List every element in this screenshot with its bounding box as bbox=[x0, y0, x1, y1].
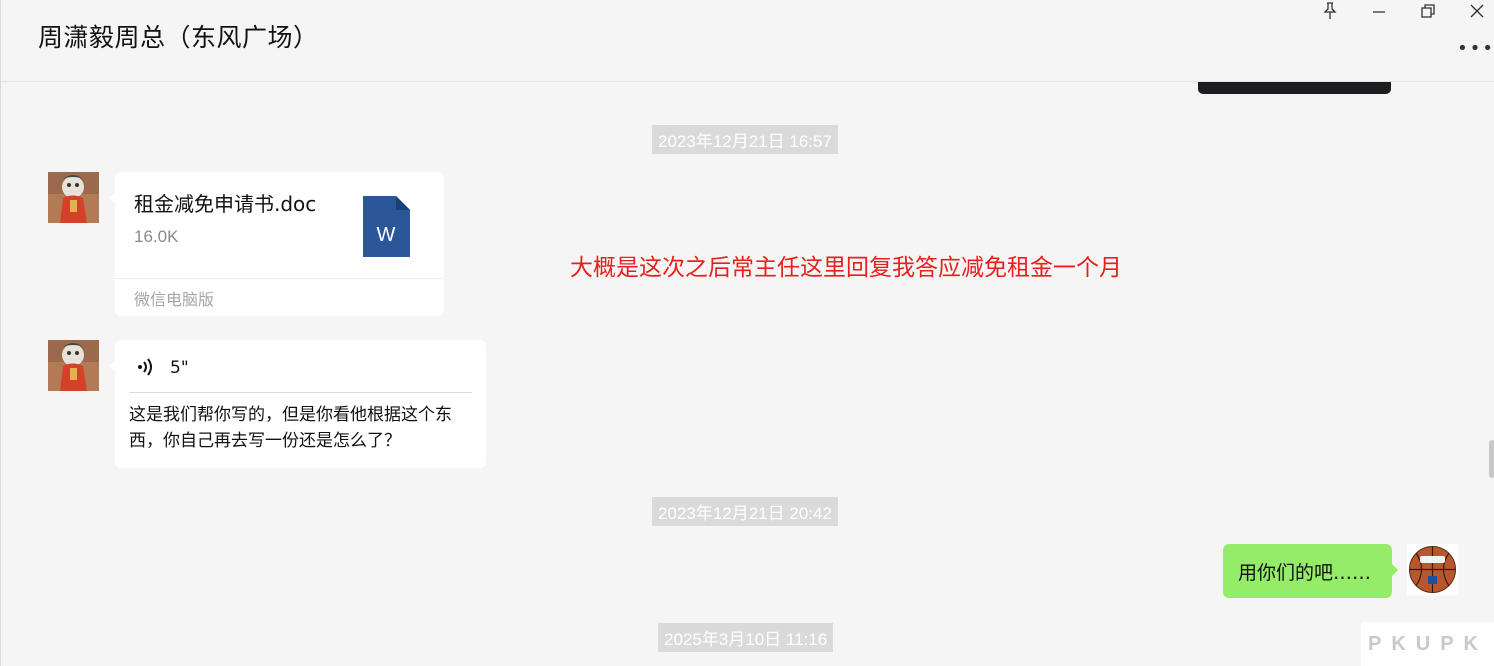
minimize-button[interactable] bbox=[1359, 0, 1399, 22]
close-button[interactable] bbox=[1457, 0, 1494, 22]
sent-message-text: 用你们的吧…… bbox=[1238, 562, 1372, 584]
close-icon bbox=[1470, 4, 1484, 18]
file-message[interactable]: 租金减免申请书.doc 16.0K W 微信电脑版 bbox=[109, 172, 444, 316]
chat-window: 周潇毅周总（东风广场） ••• 2023年12月21日 16:57 租金减免申请… bbox=[0, 0, 1494, 666]
file-divider bbox=[115, 278, 444, 279]
timestamp: 2023年12月21日 16:57 bbox=[652, 125, 838, 154]
voice-message[interactable]: 5" 这是我们帮你写的，但是你看他根据这个东西，你自己再去写一份还是怎么了？ bbox=[109, 340, 486, 468]
pin-button[interactable] bbox=[1310, 0, 1350, 22]
self-avatar[interactable] bbox=[1407, 544, 1458, 595]
red-annotation: 大概是这次之后常主任这里回复我答应减免租金一个月 bbox=[570, 255, 1122, 281]
more-icon: ••• bbox=[1457, 37, 1494, 59]
restore-button[interactable] bbox=[1408, 0, 1448, 22]
minimize-icon bbox=[1373, 11, 1385, 13]
timestamp: 2025年3月10日 11:16 bbox=[658, 623, 834, 652]
file-source-label: 微信电脑版 bbox=[134, 290, 215, 309]
basketball-icon bbox=[1407, 544, 1458, 595]
voice-divider bbox=[129, 392, 472, 393]
title-bar: 周潇毅周总（东风广场） ••• bbox=[1, 0, 1494, 82]
more-button[interactable]: ••• bbox=[1457, 38, 1493, 59]
chat-title: 周潇毅周总（东风广场） bbox=[38, 23, 319, 52]
doc-type-letter: W bbox=[377, 224, 396, 246]
scrollbar-thumb[interactable] bbox=[1489, 440, 1494, 478]
restore-icon bbox=[1421, 4, 1435, 18]
file-name: 租金减免申请书.doc bbox=[134, 192, 317, 216]
voice-icon[interactable] bbox=[135, 356, 157, 378]
previous-image-message[interactable] bbox=[1198, 82, 1391, 94]
voice-duration: 5" bbox=[170, 358, 189, 378]
contact-avatar[interactable] bbox=[48, 172, 99, 223]
timestamp: 2023年12月21日 20:42 bbox=[652, 497, 838, 526]
pin-icon bbox=[1323, 2, 1337, 19]
watermark: PKUPK bbox=[1361, 622, 1494, 666]
sent-message[interactable]: 用你们的吧…… bbox=[1223, 544, 1398, 598]
word-doc-icon: W bbox=[363, 196, 410, 257]
avatar-image bbox=[48, 172, 99, 223]
avatar-image bbox=[48, 340, 99, 391]
contact-avatar[interactable] bbox=[48, 340, 99, 391]
voice-transcript: 这是我们帮你写的，但是你看他根据这个东西，你自己再去写一份还是怎么了？ bbox=[129, 405, 452, 451]
message-list[interactable]: 2023年12月21日 16:57 租金减免申请书.doc 16.0K W 微信… bbox=[1, 82, 1494, 666]
file-size: 16.0K bbox=[134, 227, 179, 246]
